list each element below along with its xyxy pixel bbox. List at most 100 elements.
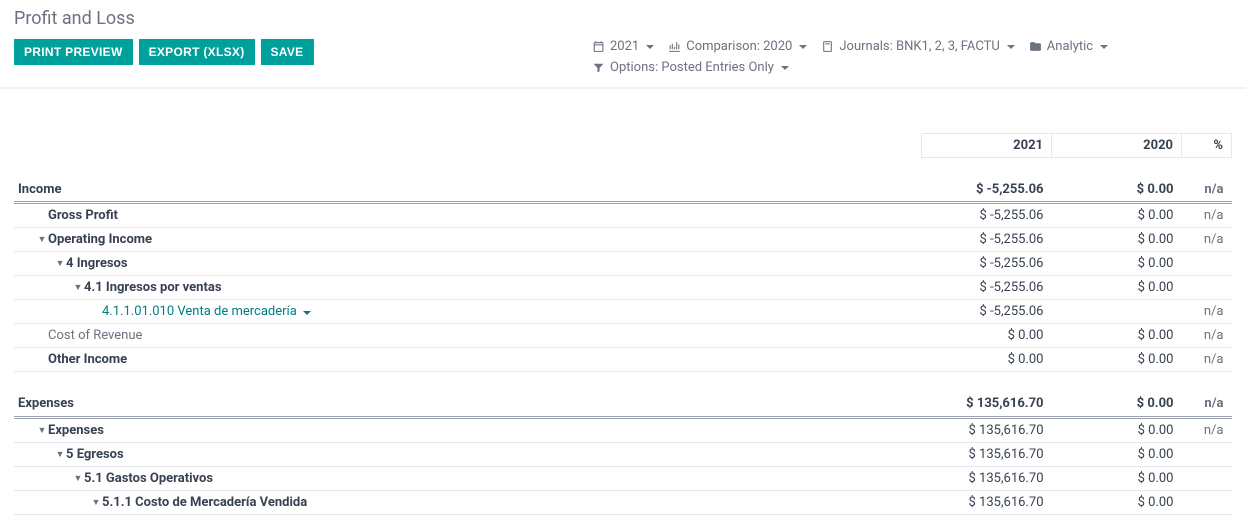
expand-caret-icon[interactable]: ▼ bbox=[72, 282, 84, 293]
cell-pct: n/a bbox=[1182, 348, 1232, 372]
row-label: Expenses bbox=[48, 423, 104, 438]
column-header-2020: 2020 bbox=[1052, 134, 1182, 158]
row-label-cell: Income bbox=[14, 158, 922, 203]
toolbar: PRINT PREVIEW EXPORT (XLSX) SAVE 2021 Co… bbox=[14, 39, 1232, 75]
cell-2021: $ -5,255.06 bbox=[922, 252, 1052, 276]
cell-2021: $ -5,255.06 bbox=[922, 228, 1052, 252]
row-label: Operating Income bbox=[48, 232, 152, 247]
table-row: Expenses$ 135,616.70$ 0.00n/a bbox=[14, 372, 1232, 417]
filter-comparison[interactable]: Comparison: 2020 bbox=[668, 39, 807, 54]
cell-pct: n/a bbox=[1182, 228, 1232, 252]
cell-pct: n/a bbox=[1182, 300, 1232, 324]
row-label: 5.1.1 Costo de Mercadería Vendida bbox=[102, 495, 307, 510]
row-label: 5.1 Gastos Operativos bbox=[84, 471, 213, 486]
row-label-cell: Cost of Revenue bbox=[14, 324, 922, 348]
row-label: Gross Profit bbox=[48, 208, 118, 223]
column-header-2021: 2021 bbox=[922, 134, 1052, 158]
expand-caret-icon[interactable]: ▼ bbox=[36, 425, 48, 436]
cell-2021: $ 135,616.70 bbox=[922, 466, 1052, 490]
save-button[interactable]: SAVE bbox=[261, 39, 314, 65]
book-icon bbox=[821, 40, 834, 53]
table-row: Other Income$ 0.00$ 0.00n/a bbox=[14, 348, 1232, 372]
row-label: Income bbox=[18, 182, 61, 197]
filter-year[interactable]: 2021 bbox=[592, 39, 654, 54]
cell-2020: $ 0.00 bbox=[1052, 252, 1182, 276]
profit-loss-table: 2021 2020 % Income$ -5,255.06$ 0.00n/aGr… bbox=[14, 133, 1232, 515]
cell-pct: n/a bbox=[1182, 372, 1232, 417]
row-label-cell: Gross Profit bbox=[14, 203, 922, 228]
row-label-cell: ▼5.1 Gastos Operativos bbox=[14, 466, 922, 490]
cell-2021: $ 135,616.70 bbox=[922, 372, 1052, 417]
cell-2020: $ 0.00 bbox=[1052, 348, 1182, 372]
table-row: ▼4 Ingresos$ -5,255.06$ 0.00 bbox=[14, 252, 1232, 276]
cell-2020: $ 0.00 bbox=[1052, 442, 1182, 466]
export-xlsx-button[interactable]: EXPORT (XLSX) bbox=[139, 39, 255, 65]
cell-pct: n/a bbox=[1182, 324, 1232, 348]
table-row: ▼5 Egresos$ 135,616.70$ 0.00 bbox=[14, 442, 1232, 466]
cell-pct: n/a bbox=[1182, 158, 1232, 203]
cell-2020: $ 0.00 bbox=[1052, 228, 1182, 252]
chevron-down-icon bbox=[799, 45, 807, 49]
bar-chart-icon bbox=[668, 40, 681, 53]
row-label-cell: ▼5 Egresos bbox=[14, 442, 922, 466]
cell-2020: $ 0.00 bbox=[1052, 324, 1182, 348]
cell-2021: $ 0.00 bbox=[922, 348, 1052, 372]
cell-pct: n/a bbox=[1182, 203, 1232, 228]
cell-2020: $ 0.00 bbox=[1052, 276, 1182, 300]
table-row: ▼5.1 Gastos Operativos$ 135,616.70$ 0.00 bbox=[14, 466, 1232, 490]
cell-2021: $ 135,616.70 bbox=[922, 442, 1052, 466]
print-preview-button[interactable]: PRINT PREVIEW bbox=[14, 39, 133, 65]
row-label-cell: ▼Operating Income bbox=[14, 228, 922, 252]
cell-2020: $ 0.00 bbox=[1052, 490, 1182, 514]
chevron-down-icon bbox=[646, 45, 654, 49]
chevron-down-icon[interactable] bbox=[303, 311, 311, 315]
page-title: Profit and Loss bbox=[14, 8, 1232, 29]
column-header-spacer bbox=[14, 134, 922, 158]
row-label: 4 Ingresos bbox=[66, 256, 128, 271]
cell-pct bbox=[1182, 466, 1232, 490]
expand-caret-icon[interactable]: ▼ bbox=[54, 258, 66, 269]
table-row: Gross Profit$ -5,255.06$ 0.00n/a bbox=[14, 203, 1232, 228]
cell-2021: $ -5,255.06 bbox=[922, 158, 1052, 203]
row-label-cell: Other Income bbox=[14, 348, 922, 372]
filter-journals[interactable]: Journals: BNK1, 2, 3, FACTU bbox=[821, 39, 1014, 54]
row-label[interactable]: 4.1.1.01.010 Venta de mercadería bbox=[102, 304, 297, 319]
row-label-cell: ▼4 Ingresos bbox=[14, 252, 922, 276]
cell-pct bbox=[1182, 442, 1232, 466]
filter-icon bbox=[592, 61, 605, 74]
filter-comparison-label: Comparison: 2020 bbox=[686, 39, 792, 54]
filter-analytic[interactable]: Analytic bbox=[1029, 39, 1108, 54]
cell-2021: $ 0.00 bbox=[922, 324, 1052, 348]
cell-2020: $ 0.00 bbox=[1052, 466, 1182, 490]
folder-icon bbox=[1029, 40, 1042, 53]
cell-2020: $ 0.00 bbox=[1052, 372, 1182, 417]
table-row: Cost of Revenue$ 0.00$ 0.00n/a bbox=[14, 324, 1232, 348]
expand-caret-icon[interactable]: ▼ bbox=[90, 497, 102, 508]
cell-2020: $ 0.00 bbox=[1052, 417, 1182, 442]
cell-2021: $ 135,616.70 bbox=[922, 417, 1052, 442]
row-label-cell: ▼4.1 Ingresos por ventas bbox=[14, 276, 922, 300]
cell-pct: n/a bbox=[1182, 417, 1232, 442]
expand-caret-icon[interactable]: ▼ bbox=[36, 234, 48, 245]
row-label-cell: 4.1.1.01.010 Venta de mercadería bbox=[14, 300, 922, 324]
filter-analytic-label: Analytic bbox=[1047, 39, 1093, 54]
filter-year-label: 2021 bbox=[610, 39, 639, 54]
calendar-icon bbox=[592, 40, 605, 53]
row-label: Cost of Revenue bbox=[48, 328, 142, 343]
expand-caret-icon[interactable]: ▼ bbox=[72, 473, 84, 484]
column-header-pct: % bbox=[1182, 134, 1232, 158]
table-row: ▼Operating Income$ -5,255.06$ 0.00n/a bbox=[14, 228, 1232, 252]
table-row: 4.1.1.01.010 Venta de mercadería$ -5,255… bbox=[14, 300, 1232, 324]
filter-options-label: Options: Posted Entries Only bbox=[610, 60, 774, 75]
cell-2021: $ 135,616.70 bbox=[922, 490, 1052, 514]
row-label: 5 Egresos bbox=[66, 447, 124, 462]
expand-caret-icon[interactable]: ▼ bbox=[54, 449, 66, 460]
row-label-cell: ▼Expenses bbox=[14, 417, 922, 442]
filter-options[interactable]: Options: Posted Entries Only bbox=[592, 60, 789, 75]
row-label-cell: Expenses bbox=[14, 372, 922, 417]
cell-pct bbox=[1182, 490, 1232, 514]
row-label: 4.1 Ingresos por ventas bbox=[84, 280, 222, 295]
divider bbox=[0, 87, 1246, 89]
filter-bar: 2021 Comparison: 2020 Journals: BNK1, 2,… bbox=[592, 39, 1232, 75]
filter-journals-label: Journals: BNK1, 2, 3, FACTU bbox=[839, 39, 999, 54]
